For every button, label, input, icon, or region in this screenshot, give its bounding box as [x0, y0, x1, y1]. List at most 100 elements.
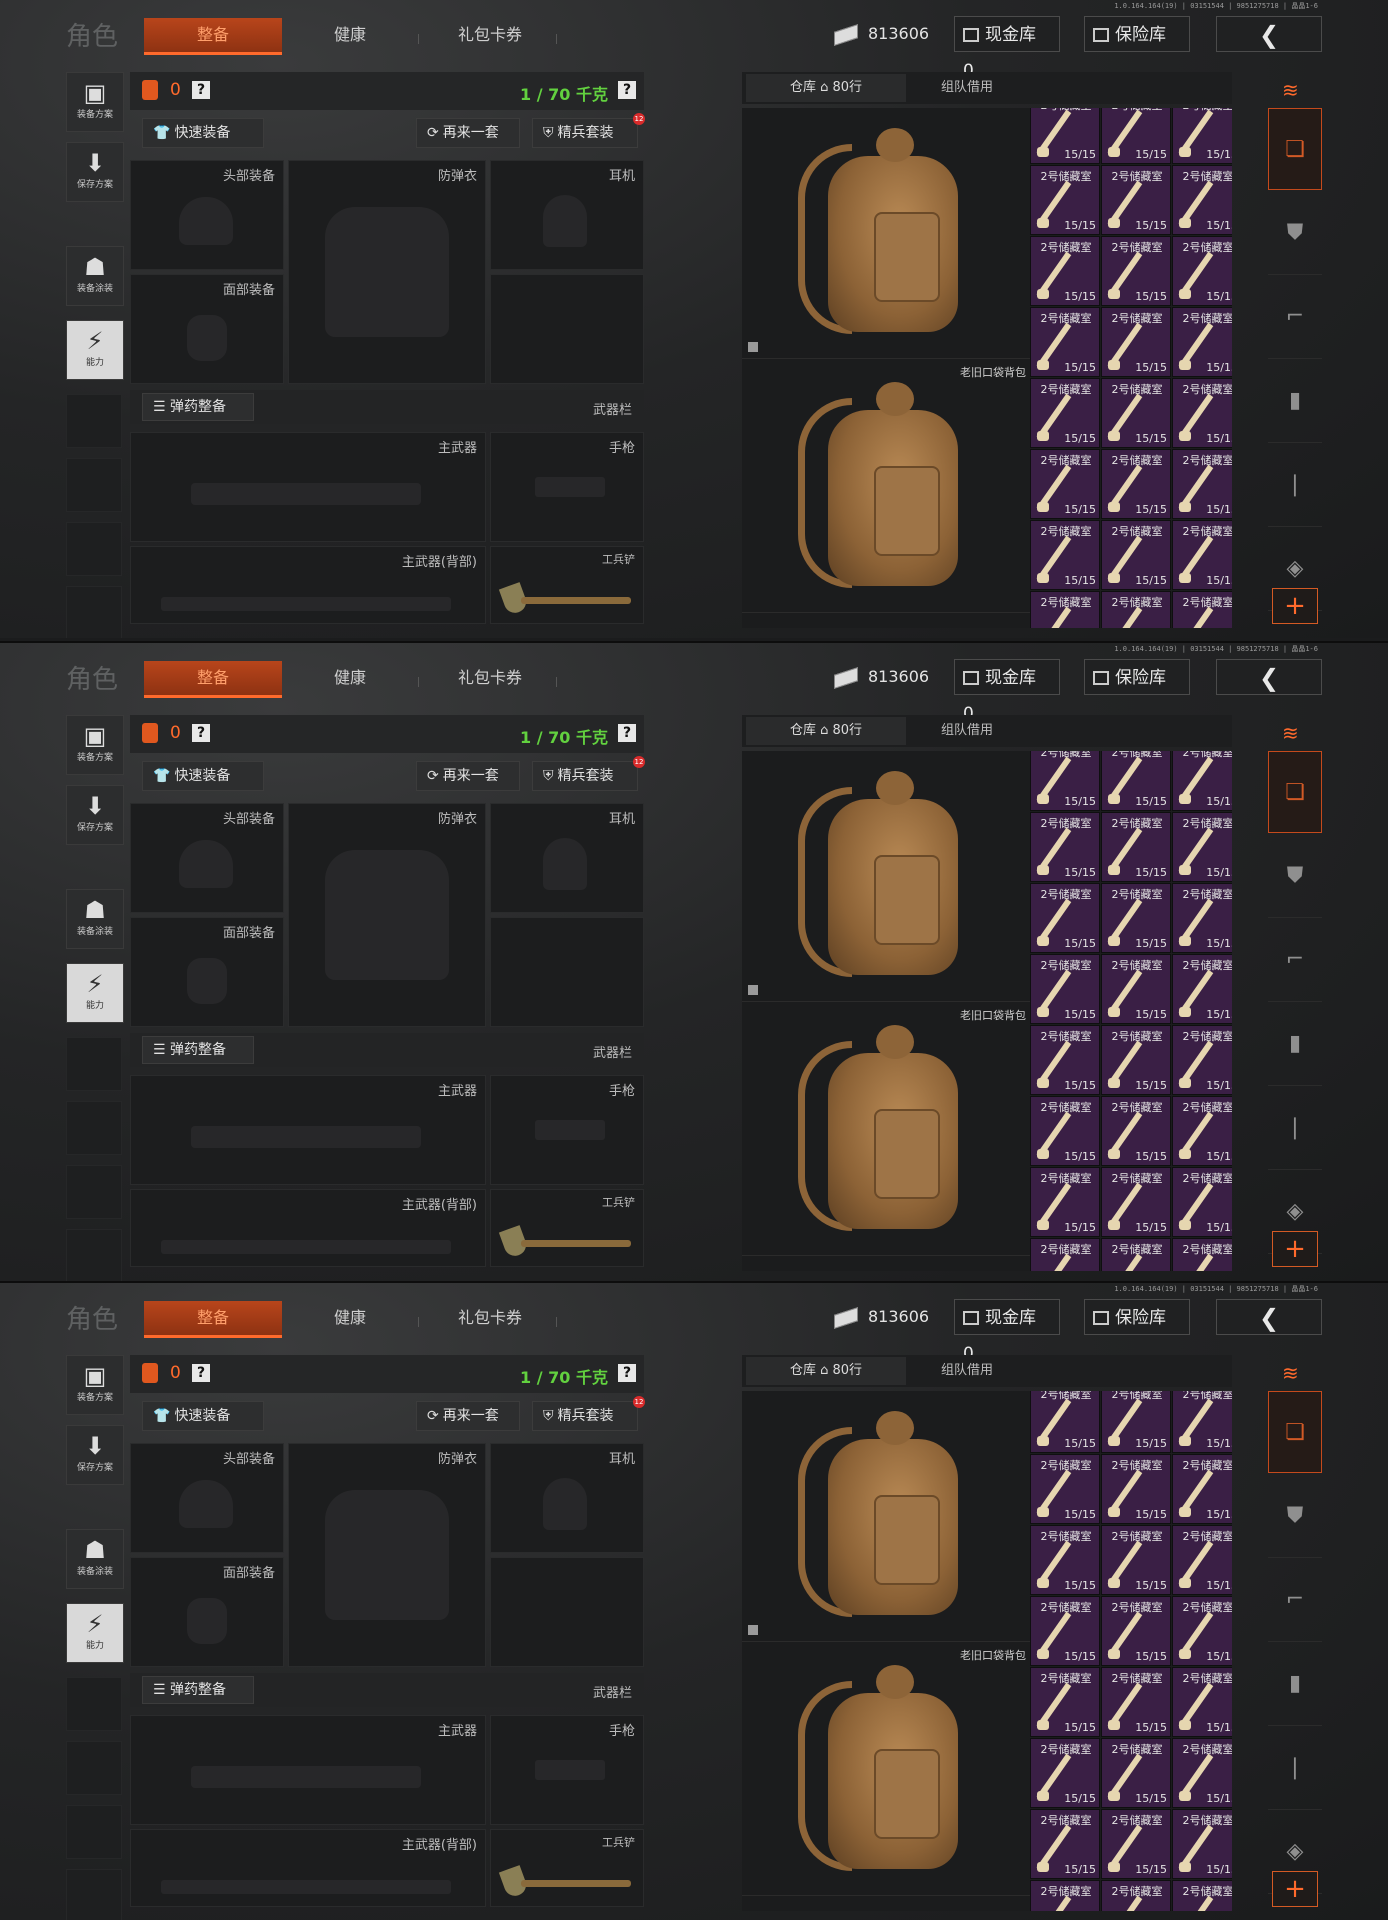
key-item[interactable]: 2号储藏室 15/15	[1030, 1025, 1100, 1095]
key-item[interactable]: 2号储藏室 15/15	[1101, 307, 1171, 377]
tab-health[interactable]: 健康	[310, 18, 390, 52]
key-item[interactable]: 2号储藏室 15/15	[1172, 165, 1232, 235]
empty-plan-slot[interactable]	[66, 1165, 122, 1219]
key-item[interactable]: 2号储藏室 15/15	[1172, 1880, 1232, 1911]
backpack-item[interactable]: 老旧口袋背包	[742, 362, 1030, 613]
key-item[interactable]: 2号储藏室 15/15	[1172, 307, 1232, 377]
key-item[interactable]: 2号储藏室 15/15	[1030, 307, 1100, 377]
shovel-slot[interactable]: 工兵铲	[490, 546, 644, 624]
key-item[interactable]: 2号储藏室 15/15	[1101, 1738, 1171, 1808]
category-ammo[interactable]: ❘	[1268, 444, 1322, 527]
sort-icon[interactable]: ≋	[1282, 1361, 1306, 1385]
shovel-slot[interactable]: 工兵铲	[490, 1189, 644, 1267]
category-armor[interactable]: ⛊	[1268, 192, 1322, 275]
primary-back-slot[interactable]: 主武器(背部)	[130, 1829, 486, 1907]
ability-button[interactable]: ⚡ 能力	[66, 320, 124, 380]
backpack-item[interactable]	[742, 751, 1030, 1002]
key-item[interactable]: 2号储藏室 15/15	[1101, 1167, 1171, 1237]
key-item[interactable]: 2号储藏室 15/15	[1172, 954, 1232, 1024]
tab-gift-vouchers[interactable]: 礼包卡券	[440, 661, 540, 695]
category-weapon[interactable]: ⌐	[1268, 1559, 1322, 1642]
key-item[interactable]: 2号储藏室 15/15	[1101, 1809, 1171, 1879]
primary-weapon-slot[interactable]: 主武器	[130, 432, 486, 542]
add-button[interactable]: +	[1272, 1231, 1318, 1267]
ammo-prepare-button[interactable]: ☰ 弹药整备	[142, 1676, 254, 1704]
backpack-item[interactable]: 老旧口袋背包	[742, 1645, 1030, 1896]
key-item[interactable]: 2号储藏室 15/15	[1172, 812, 1232, 882]
help-button[interactable]: ?	[192, 81, 210, 99]
key-item[interactable]: 2号储藏室 15/15	[1172, 751, 1232, 811]
empty-plan-slot[interactable]	[66, 1037, 122, 1091]
empty-slot[interactable]	[490, 274, 644, 384]
tab-warehouse[interactable]: 仓库 ⌂ 80行	[746, 74, 906, 102]
key-item[interactable]: 2号储藏室 15/15	[1172, 108, 1232, 164]
key-item[interactable]: 2号储藏室 15/15	[1030, 954, 1100, 1024]
face-slot[interactable]: 面部装备	[130, 274, 284, 384]
key-item[interactable]: 2号储藏室 15/15	[1172, 378, 1232, 448]
key-item[interactable]: 2号储藏室 15/15	[1030, 1667, 1100, 1737]
key-item[interactable]: 2号储藏室 15/15	[1030, 520, 1100, 590]
category-all[interactable]: ❏	[1268, 108, 1322, 190]
category-armor[interactable]: ⛊	[1268, 1475, 1322, 1558]
again-button[interactable]: ⟳ 再来一套	[416, 761, 520, 791]
equip-paint-button[interactable]: ☗ 装备涂装	[66, 246, 124, 306]
key-item[interactable]: 2号储藏室 15/15	[1030, 1238, 1100, 1271]
tab-warehouse[interactable]: 仓库 ⌂ 80行	[746, 717, 906, 745]
sort-icon[interactable]: ≋	[1282, 78, 1306, 102]
key-item[interactable]: 2号储藏室 15/15	[1030, 591, 1100, 628]
back-button[interactable]: ❮	[1216, 16, 1322, 52]
key-item[interactable]: 2号储藏室 15/15	[1101, 1391, 1171, 1453]
key-item[interactable]: 2号储藏室 15/15	[1101, 378, 1171, 448]
key-item[interactable]: 2号储藏室 15/15	[1030, 1391, 1100, 1453]
empty-plan-slot[interactable]	[66, 1101, 122, 1155]
key-item[interactable]: 2号储藏室 15/15	[1101, 883, 1171, 953]
help-button[interactable]: ?	[192, 724, 210, 742]
ammo-prepare-button[interactable]: ☰ 弹药整备	[142, 393, 254, 421]
quick-equip-button[interactable]: 👕 快速装备	[142, 761, 264, 791]
cash-vault-button[interactable]: 现金库 0	[954, 659, 1060, 724]
empty-slot[interactable]	[490, 1557, 644, 1667]
key-item[interactable]: 2号储藏室 15/15	[1172, 883, 1232, 953]
empty-plan-slot[interactable]	[66, 458, 122, 512]
key-item[interactable]: 2号储藏室 15/15	[1030, 1167, 1100, 1237]
key-item[interactable]: 2号储藏室 15/15	[1101, 449, 1171, 519]
category-all[interactable]: ❏	[1268, 1391, 1322, 1473]
equip-plan-button[interactable]: ▣ 装备方案	[66, 72, 124, 132]
primary-back-slot[interactable]: 主武器(背部)	[130, 546, 486, 624]
key-item[interactable]: 2号储藏室 15/15	[1172, 1525, 1232, 1595]
backpack-item[interactable]: 老旧口袋背包	[742, 1005, 1030, 1256]
key-item[interactable]: 2号储藏室 15/15	[1030, 1880, 1100, 1911]
armor-slot[interactable]: 防弹衣	[288, 1443, 486, 1667]
key-item[interactable]: 2号储藏室 15/15	[1101, 1525, 1171, 1595]
key-item[interactable]: 2号储藏室 15/15	[1030, 1096, 1100, 1166]
key-item[interactable]: 2号储藏室 15/15	[1101, 165, 1171, 235]
pistol-slot[interactable]: 手枪	[490, 432, 644, 542]
key-item[interactable]: 2号储藏室 15/15	[1101, 591, 1171, 628]
empty-plan-slot[interactable]	[66, 394, 122, 448]
tab-gift-vouchers[interactable]: 礼包卡券	[440, 1301, 540, 1335]
key-item[interactable]: 2号储藏室 15/15	[1030, 378, 1100, 448]
key-item[interactable]: 2号储藏室 15/15	[1101, 1667, 1171, 1737]
add-button[interactable]: +	[1272, 1871, 1318, 1907]
key-item[interactable]: 2号储藏室 15/15	[1101, 1096, 1171, 1166]
empty-plan-slot[interactable]	[66, 1869, 122, 1920]
tab-health[interactable]: 健康	[310, 661, 390, 695]
category-weapon[interactable]: ⌐	[1268, 919, 1322, 1002]
weight-help-button[interactable]: ?	[618, 724, 636, 742]
equip-plan-button[interactable]: ▣ 装备方案	[66, 715, 124, 775]
primary-back-slot[interactable]: 主武器(背部)	[130, 1189, 486, 1267]
face-slot[interactable]: 面部装备	[130, 917, 284, 1027]
quick-equip-button[interactable]: 👕 快速装备	[142, 1401, 264, 1431]
key-item[interactable]: 2号储藏室 15/15	[1172, 1596, 1232, 1666]
key-item[interactable]: 2号储藏室 15/15	[1030, 751, 1100, 811]
equip-plan-button[interactable]: ▣ 装备方案	[66, 1355, 124, 1415]
key-item[interactable]: 2号储藏室 15/15	[1172, 1667, 1232, 1737]
armor-slot[interactable]: 防弹衣	[288, 803, 486, 1027]
key-item[interactable]: 2号储藏室 15/15	[1030, 165, 1100, 235]
category-magazine[interactable]: ▮	[1268, 360, 1322, 443]
empty-plan-slot[interactable]	[66, 522, 122, 576]
equip-paint-button[interactable]: ☗ 装备涂装	[66, 889, 124, 949]
back-button[interactable]: ❮	[1216, 659, 1322, 695]
head-slot[interactable]: 头部装备	[130, 803, 284, 913]
key-item[interactable]: 2号储藏室 15/15	[1030, 108, 1100, 164]
